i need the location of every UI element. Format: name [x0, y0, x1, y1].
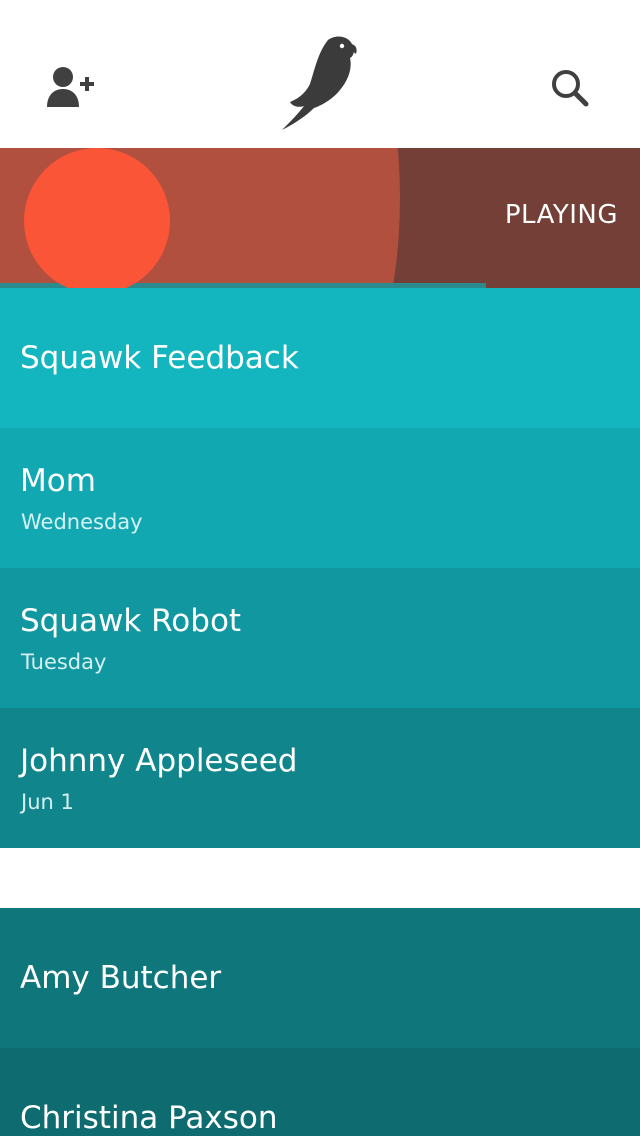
conversation-row[interactable]: Johnny Appleseed Jun 1: [0, 708, 640, 848]
conversation-row[interactable]: Mom Wednesday: [0, 428, 640, 568]
conversation-row[interactable]: Squawk Feedback: [0, 288, 640, 428]
playback-status: PLAYING: [504, 200, 618, 230]
conversation-name: Mom: [20, 463, 96, 499]
conversation-name: Johnny Appleseed: [20, 743, 298, 779]
conversation-row[interactable]: Squawk Robot Tuesday: [0, 568, 640, 708]
add-contact-icon[interactable]: [44, 64, 96, 110]
conversation-date: Tuesday: [21, 650, 107, 674]
search-icon[interactable]: [548, 66, 592, 110]
conversation-name: Amy Butcher: [20, 960, 222, 996]
top-bar: [0, 0, 640, 148]
conversation-row[interactable]: Amy Butcher: [0, 908, 640, 1048]
conversation-date: Wednesday: [21, 510, 143, 534]
conversation-name: Squawk Robot: [20, 603, 242, 639]
conversation-name: Christina Paxson: [20, 1100, 278, 1136]
now-playing-bar[interactable]: PLAYING: [0, 148, 640, 288]
conversation-row[interactable]: Christina Paxson: [0, 1048, 640, 1136]
playback-indicator-dot: [24, 148, 170, 288]
conversation-name: Squawk Feedback: [20, 340, 299, 376]
conversation-date: Jun 1: [21, 790, 74, 814]
parrot-logo-icon: [276, 32, 366, 132]
section-divider: [0, 848, 640, 908]
